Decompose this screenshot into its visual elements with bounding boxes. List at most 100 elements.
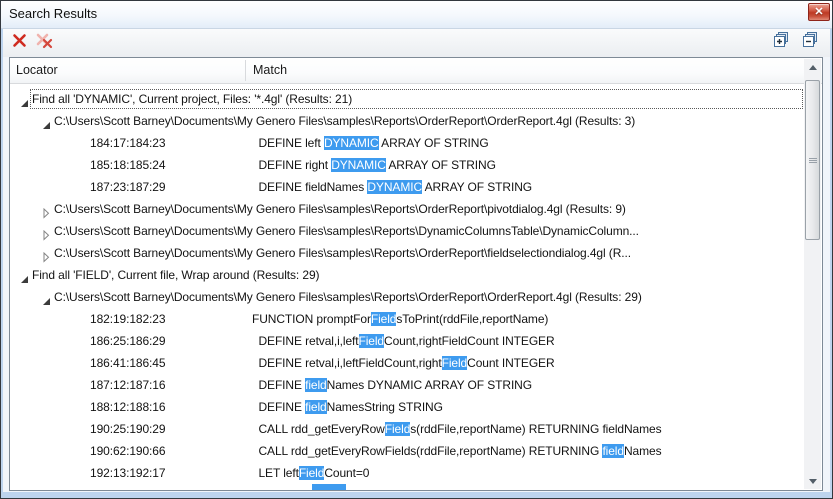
file-result-row[interactable]: C:\Users\Scott Barney\Documents\My Gener… bbox=[11, 220, 804, 242]
match-locator: 190:25:190:29 bbox=[90, 418, 165, 440]
collapse-arrow-icon[interactable] bbox=[41, 292, 52, 303]
match-fragment: Count,rightFieldCount INTEGER bbox=[384, 334, 555, 348]
match-fragment: Count INTEGER bbox=[467, 356, 554, 370]
expand-arrow-icon[interactable] bbox=[41, 248, 52, 259]
file-path-label: C:\Users\Scott Barney\Documents\My Gener… bbox=[54, 242, 631, 264]
remove-search-button[interactable] bbox=[7, 32, 31, 54]
search-session-label: Find all 'FIELD', Current file, Wrap aro… bbox=[32, 264, 319, 286]
match-text: DEFINE retval,i,leftFieldCount,rightFiel… bbox=[252, 330, 555, 352]
scroll-down-button[interactable] bbox=[804, 473, 821, 489]
file-path-label: C:\Users\Scott Barney\Documents\My Gener… bbox=[54, 198, 626, 220]
match-highlight: field bbox=[602, 444, 624, 458]
column-header[interactable]: Locator Match bbox=[10, 58, 822, 84]
match-locator: 192:13:192:17 bbox=[90, 462, 165, 484]
results-panel: Locator Match Find all 'DYNAMIC', Curren… bbox=[9, 57, 823, 491]
match-row[interactable]: 182:19:182:23FUNCTION promptForFieldsToP… bbox=[11, 308, 804, 330]
match-fragment: DEFINE bbox=[252, 378, 305, 392]
expand-all-icon bbox=[773, 32, 790, 54]
search-session-row[interactable]: Find all 'FIELD', Current file, Wrap aro… bbox=[11, 264, 804, 286]
match-text: DEFINE fieldNames DYNAMIC ARRAY OF STRIN… bbox=[252, 374, 532, 396]
search-session-label: Find all 'DYNAMIC', Current project, Fil… bbox=[32, 88, 352, 110]
match-text: CALL rdd_getEveryRowFields(rddFile,repor… bbox=[252, 440, 661, 462]
collapse-arrow-icon[interactable] bbox=[19, 270, 30, 281]
toolbar bbox=[3, 29, 830, 57]
locator-column-header[interactable]: Locator bbox=[16, 63, 58, 77]
match-locator: 187:23:187:29 bbox=[90, 176, 165, 198]
file-path-label: C:\Users\Scott Barney\Documents\My Gener… bbox=[54, 286, 642, 308]
results-viewport: Find all 'DYNAMIC', Current project, Fil… bbox=[10, 85, 822, 490]
match-fragment: LET left bbox=[252, 466, 299, 480]
match-highlight: field bbox=[305, 400, 327, 414]
file-path-label: C:\Users\Scott Barney\Documents\My Gener… bbox=[54, 220, 639, 242]
match-highlight: Field bbox=[359, 334, 385, 348]
expand-all-button[interactable] bbox=[769, 32, 793, 54]
match-fragment: FUNCTION promptFor bbox=[252, 312, 371, 326]
file-result-row[interactable]: C:\Users\Scott Barney\Documents\My Gener… bbox=[11, 110, 804, 132]
match-fragment: s(rddFile,reportName) RETURNING fieldNam… bbox=[410, 422, 661, 436]
match-highlight: Field bbox=[371, 312, 397, 326]
match-text: DEFINE left DYNAMIC ARRAY OF STRING bbox=[252, 132, 489, 154]
match-locator: 185:18:185:24 bbox=[90, 154, 165, 176]
match-row[interactable]: 188:12:188:16 DEFINE fieldNamesString ST… bbox=[11, 396, 804, 418]
client-area: Locator Match Find all 'DYNAMIC', Curren… bbox=[3, 29, 830, 492]
match-fragment: CALL rdd_getEveryRow bbox=[252, 422, 385, 436]
collapse-all-button[interactable] bbox=[798, 32, 822, 54]
match-fragment: sToPrint(rddFile,reportName) bbox=[396, 312, 548, 326]
expand-arrow-icon[interactable] bbox=[41, 226, 52, 237]
match-locator: 188:12:188:16 bbox=[90, 396, 165, 418]
file-result-row[interactable]: C:\Users\Scott Barney\Documents\My Gener… bbox=[11, 242, 804, 264]
match-highlight: Field bbox=[442, 356, 468, 370]
match-column-header[interactable]: Match bbox=[253, 63, 287, 77]
match-highlight: field bbox=[305, 378, 327, 392]
remove-all-searches-button[interactable] bbox=[33, 32, 57, 54]
match-text: DEFINE fieldNamesString STRING bbox=[252, 396, 443, 418]
match-row[interactable]: 187:23:187:29 DEFINE fieldNames DYNAMIC … bbox=[11, 176, 804, 198]
file-result-row[interactable]: C:\Users\Scott Barney\Documents\My Gener… bbox=[11, 286, 804, 308]
red-x-icon bbox=[12, 33, 27, 53]
partial-match-highlight bbox=[312, 484, 346, 490]
close-button[interactable]: ✕ bbox=[808, 3, 830, 21]
match-highlight: Field bbox=[299, 466, 325, 480]
search-results-window: Search Results ✕ bbox=[0, 0, 833, 499]
match-row[interactable]: 190:25:190:29 CALL rdd_getEveryRowFields… bbox=[11, 418, 804, 440]
match-row[interactable]: 185:18:185:24 DEFINE right DYNAMIC ARRAY… bbox=[11, 154, 804, 176]
match-highlight: DYNAMIC bbox=[331, 158, 386, 172]
file-result-row[interactable]: C:\Users\Scott Barney\Documents\My Gener… bbox=[11, 198, 804, 220]
match-locator: 187:12:187:16 bbox=[90, 374, 165, 396]
down-arrow-icon bbox=[809, 479, 817, 484]
match-row[interactable]: 186:25:186:29 DEFINE retval,i,leftFieldC… bbox=[11, 330, 804, 352]
match-locator: 186:41:186:45 bbox=[90, 352, 165, 374]
match-highlight: Field bbox=[385, 422, 411, 436]
collapse-arrow-icon[interactable] bbox=[41, 116, 52, 127]
match-text: FUNCTION promptForFieldsToPrint(rddFile,… bbox=[252, 308, 548, 330]
scroll-up-button[interactable] bbox=[804, 59, 821, 75]
match-text: DEFINE right DYNAMIC ARRAY OF STRING bbox=[252, 154, 496, 176]
match-row[interactable]: 192:13:192:17 LET leftFieldCount=0 bbox=[11, 462, 804, 484]
match-locator: 186:25:186:29 bbox=[90, 330, 165, 352]
match-fragment: Count=0 bbox=[324, 466, 369, 480]
match-fragment: ARRAY OF STRING bbox=[386, 158, 496, 172]
match-fragment: Names bbox=[624, 444, 662, 458]
match-row[interactable]: 184:17:184:23 DEFINE left DYNAMIC ARRAY … bbox=[11, 132, 804, 154]
match-text: DEFINE retval,i,leftFieldCount,rightFiel… bbox=[252, 352, 555, 374]
match-row[interactable]: 187:12:187:16 DEFINE fieldNames DYNAMIC … bbox=[11, 374, 804, 396]
match-row[interactable]: 190:62:190:66 CALL rdd_getEveryRowFields… bbox=[11, 440, 804, 462]
match-row[interactable]: 186:41:186:45 DEFINE retval,i,leftFieldC… bbox=[11, 352, 804, 374]
close-icon: ✕ bbox=[814, 6, 823, 18]
match-fragment: DEFINE retval,i,left bbox=[252, 334, 359, 348]
collapse-arrow-icon[interactable] bbox=[19, 94, 30, 105]
column-divider[interactable] bbox=[245, 60, 246, 81]
scrollbar-thumb[interactable] bbox=[805, 80, 820, 240]
file-path-label: C:\Users\Scott Barney\Documents\My Gener… bbox=[54, 110, 635, 132]
up-arrow-icon bbox=[809, 65, 817, 70]
search-session-row[interactable]: Find all 'DYNAMIC', Current project, Fil… bbox=[11, 88, 804, 110]
match-fragment: DEFINE fieldNames bbox=[252, 180, 367, 194]
expand-arrow-icon[interactable] bbox=[41, 204, 52, 215]
match-fragment: ARRAY OF STRING bbox=[422, 180, 532, 194]
vertical-scrollbar[interactable] bbox=[804, 59, 821, 489]
match-fragment: DEFINE left bbox=[252, 136, 324, 150]
match-fragment: CALL rdd_getEveryRowFields(rddFile,repor… bbox=[252, 444, 602, 458]
match-text: DEFINE fieldNames DYNAMIC ARRAY OF STRIN… bbox=[252, 176, 532, 198]
title-bar[interactable]: Search Results ✕ bbox=[1, 1, 832, 29]
match-highlight: DYNAMIC bbox=[367, 180, 422, 194]
